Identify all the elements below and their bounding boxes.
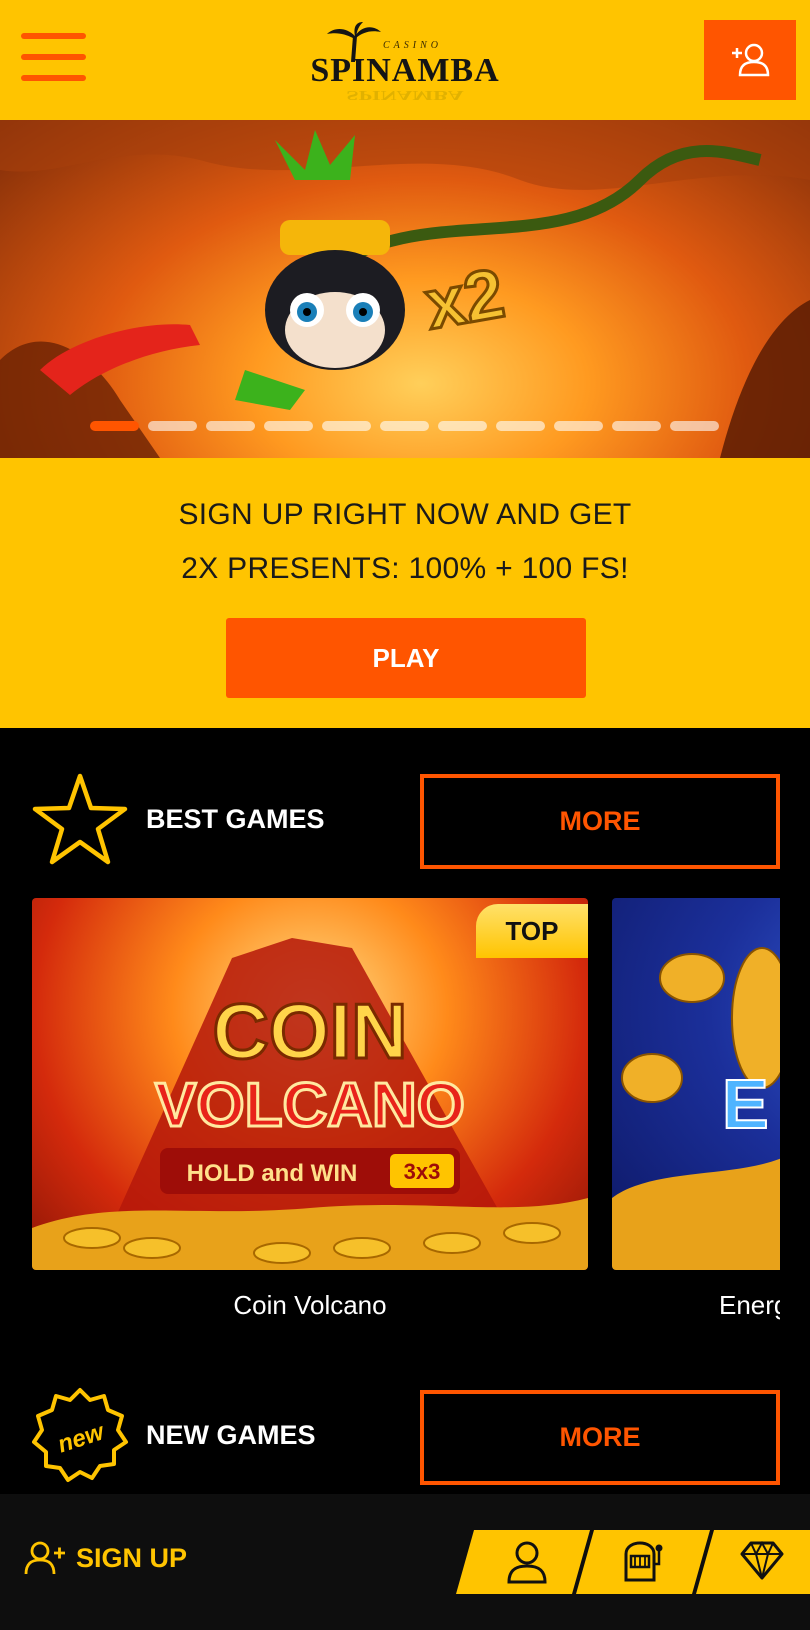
best-games-header: BEST GAMES MORE [0,770,810,870]
new-games-title: NEW GAMES [146,1420,316,1450]
hamburger-menu-icon[interactable] [21,33,86,81]
add-user-button[interactable] [704,20,796,100]
game-card-energ[interactable]: E Energ [612,898,780,1320]
bottom-navigation: SIGN UP [0,1494,810,1630]
svg-text:HOLD and WIN: HOLD and WIN [187,1160,358,1187]
sign-up-label: SIGN UP [76,1542,188,1573]
slider-dot[interactable] [496,421,545,431]
top-badge: TOP [476,904,588,958]
game-thumbnail: E [612,898,780,1270]
game-title: Coin Volcano [233,1290,387,1320]
slider-pagination [90,421,719,433]
new-badge-icon: new [32,1388,128,1482]
svg-text:x2: x2 [419,254,509,344]
svg-text:3x3: 3x3 [404,1159,441,1184]
play-button[interactable]: PLAY [226,618,586,698]
add-user-icon [732,43,770,77]
best-games-more-button[interactable]: MORE [420,774,780,869]
game-title: Energ [719,1290,780,1320]
slider-dot[interactable] [438,421,487,431]
slider-dot[interactable] [148,421,197,431]
sign-up-button[interactable]: SIGN UP [24,1538,187,1578]
bottom-tabs [456,1530,810,1594]
slider-dot[interactable] [264,421,313,431]
new-games-header: new NEW GAMES MORE [0,1386,810,1486]
banner-illustration: x2 [0,120,810,458]
slider-dot[interactable] [322,421,371,431]
promo-banner-slider[interactable]: x2 [0,120,810,458]
logo-reflection: SPINAMBA [346,87,464,103]
slider-dot[interactable] [612,421,661,431]
svg-text:VOLCANO: VOLCANO [155,1071,465,1140]
game-card-coin-volcano[interactable]: COIN VOLCANO HOLD and WIN 3x3 TOP Coin V… [32,898,588,1320]
tab-profile[interactable] [456,1530,590,1594]
best-games-carousel[interactable]: COIN VOLCANO HOLD and WIN 3x3 TOP Coin V… [32,898,780,1328]
spinamba-logo[interactable]: CASINO SPINAMBA SPINAMBA [305,22,505,103]
best-games-title: BEST GAMES [146,804,325,834]
logo-tag: CASINO [383,40,442,51]
svg-text:E: E [722,1065,769,1143]
svg-text:COIN: COIN [213,987,408,1075]
energ-game-art: E [612,947,780,1270]
add-user-icon [24,1541,65,1575]
slider-dot[interactable] [554,421,603,431]
slider-dot[interactable] [380,421,429,431]
signup-promo: SIGN UP RIGHT NOW AND GET 2X PRESENTS: 1… [0,458,810,728]
svg-text:new: new [54,1418,108,1459]
profile-icon [507,1541,547,1584]
tab-vip[interactable] [696,1530,810,1594]
slider-dot[interactable] [90,421,139,431]
slot-machine-icon [624,1541,663,1582]
tab-slots[interactable] [576,1530,710,1594]
logo-wordmark: SPINAMBA [310,52,500,89]
slider-dot[interactable] [206,421,255,431]
promo-line-1: SIGN UP RIGHT NOW AND GET [178,498,632,531]
diamond-icon [740,1540,784,1580]
game-thumbnail: COIN VOLCANO HOLD and WIN 3x3 TOP [32,898,588,1270]
slider-dot[interactable] [670,421,719,431]
top-header: CASINO SPINAMBA SPINAMBA [0,0,810,120]
new-games-more-button[interactable]: MORE [420,1390,780,1485]
star-icon [32,773,128,865]
promo-line-2: 2X PRESENTS: 100% + 100 FS! [181,552,629,585]
